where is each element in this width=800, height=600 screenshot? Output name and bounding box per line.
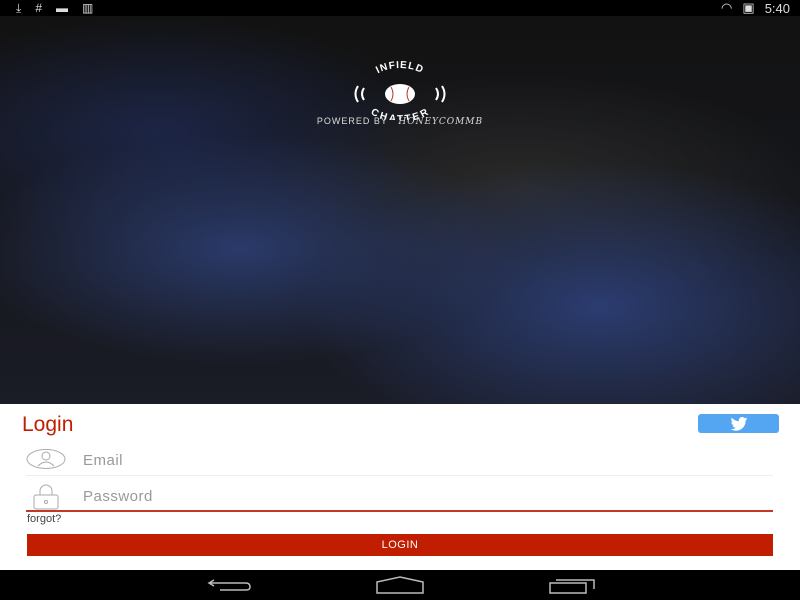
user-icon <box>26 449 66 469</box>
twitter-login-button[interactable] <box>698 414 779 433</box>
password-placeholder: Password <box>83 488 153 505</box>
forgot-password-link[interactable]: forgot? <box>27 513 61 525</box>
email-field[interactable]: Email <box>26 446 773 476</box>
password-field[interactable]: Password <box>26 482 773 512</box>
recent-apps-icon[interactable] <box>548 576 596 599</box>
home-icon[interactable] <box>375 576 425 599</box>
card-icon: ▬ <box>56 1 68 15</box>
infield-chatter-logo: INFIELD CHATTER <box>354 60 446 120</box>
barcode-icon: ▥ <box>82 1 94 15</box>
hash-icon: # <box>35 1 42 15</box>
login-panel: Login Email Password forgot? LOGIN <box>0 404 800 570</box>
lock-icon <box>33 484 59 510</box>
download-icon: ⤓ <box>16 1 22 15</box>
email-placeholder: Email <box>83 452 124 469</box>
navigation-bar <box>0 570 800 600</box>
login-button[interactable]: LOGIN <box>27 534 773 556</box>
svg-text:INFIELD: INFIELD <box>374 60 425 76</box>
back-icon[interactable] <box>206 576 252 597</box>
login-title: Login <box>22 413 74 436</box>
hero-background: INFIELD CHATTER POWERED BY HONEYCOMMB <box>0 16 800 404</box>
clock: 5:40 <box>764 0 790 16</box>
battery-icon: ▣ <box>742 0 755 15</box>
wifi-icon: ◠ <box>721 0 733 15</box>
twitter-icon <box>730 416 747 431</box>
honeycommb-brand: HONEYCOMMB <box>398 117 484 127</box>
powered-by: POWERED BY HONEYCOMMB <box>316 116 484 127</box>
status-bar: ⤓ # ▬ ▥ ◠ ▣ 5:40 <box>0 0 800 16</box>
